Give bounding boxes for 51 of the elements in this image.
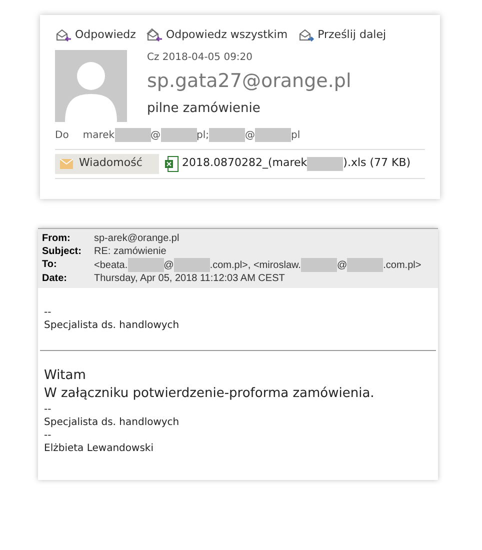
envelope-icon <box>60 158 73 168</box>
redaction-mark <box>307 156 344 170</box>
recipient-text: 2018.0870282_(marek <box>182 155 308 172</box>
recipient-text: <beata. <box>94 258 128 272</box>
redaction-mark <box>114 128 151 142</box>
header-label: Subject: <box>42 245 82 258</box>
body-line: -- <box>44 403 52 416</box>
header-label: Date: <box>42 272 68 285</box>
redaction-mark <box>174 258 210 272</box>
toolbar-action[interactable]: Odpowiedz wszystkim <box>146 27 288 44</box>
spreadsheet-file-icon <box>165 156 179 172</box>
envelope-reply-all-icon <box>146 28 163 42</box>
envelope-forward-icon <box>298 28 315 42</box>
recipient-text: pl; <box>196 128 210 142</box>
recipient-text: @ <box>245 128 256 142</box>
recipient-text: @ <box>164 258 174 272</box>
to-label: Do <box>55 128 69 142</box>
redaction-mark <box>300 258 337 272</box>
avatar-placeholder-icon <box>55 50 127 122</box>
recipient-text: RE: zamówienie <box>94 245 166 258</box>
message-date: Cz 2018-04-05 09:20 <box>147 50 254 64</box>
redaction-mark <box>209 128 246 142</box>
recipient-text: sp-arek@orange.pl <box>94 232 180 245</box>
toolbar-action[interactable]: Prześlij dalej <box>298 27 386 44</box>
sender-address: sp.gata27@orange.pl <box>147 68 352 94</box>
message-tab[interactable]: Wiadomość <box>55 154 159 174</box>
redaction-mark <box>160 128 197 142</box>
recipient-text: @ <box>150 128 161 142</box>
recipient-text: marek <box>82 128 115 142</box>
body-line: W załączniku potwierdzenie-proforma zamówienia. <box>44 385 376 403</box>
redaction-mark <box>347 258 384 272</box>
redaction-mark <box>128 258 164 272</box>
body-line: Specjalista ds. handlowych <box>44 416 180 429</box>
quoted-line: -- <box>44 306 52 319</box>
recipient-text: Thursday, Apr 05, 2018 11:12:03 AM CEST <box>94 272 285 285</box>
recipient-text: pl <box>291 128 300 142</box>
recipient-text: ).xls (77 KB) <box>343 155 411 172</box>
header-label: From: <box>42 232 72 245</box>
recipient-text: .com.pl>, <miroslaw. <box>210 258 301 272</box>
body-line: Elżbieta Lewandowski <box>44 442 154 455</box>
attachment-item[interactable]: 2018.0870282_(marek ).xls (77 KB) <box>165 155 411 172</box>
quoted-line: Specjalista ds. handlowych <box>44 319 180 332</box>
recipient-text: .com.pl> <box>383 258 422 272</box>
message-subject: pilne zamówienie <box>147 100 262 118</box>
body-line: -- <box>44 429 52 442</box>
body-line: Witam <box>44 367 87 385</box>
header-label: To: <box>42 258 58 272</box>
redaction-mark <box>255 128 292 142</box>
recipient-text: @ <box>336 258 348 272</box>
toolbar-action[interactable]: Odpowiedz <box>55 27 136 44</box>
envelope-reply-icon <box>55 28 72 42</box>
